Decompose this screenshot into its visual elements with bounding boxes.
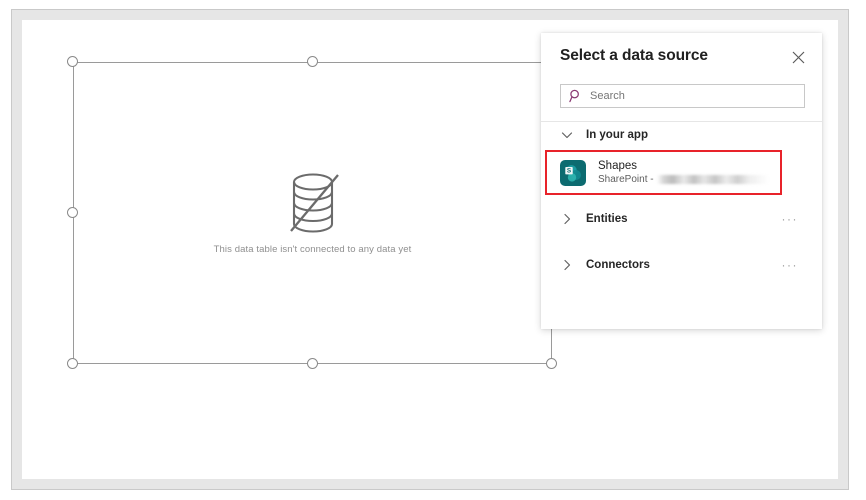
data-source-item-subtitle: SharePoint - xyxy=(598,173,654,186)
overflow-menu-entities[interactable]: ··· xyxy=(782,213,799,225)
search-input[interactable] xyxy=(590,90,790,102)
search-box[interactable] xyxy=(560,84,805,108)
resize-handle-bottom-center[interactable] xyxy=(307,358,318,369)
datatable-empty-state: This data table isn't connected to any d… xyxy=(73,62,552,364)
data-source-item-subtitle-line: SharePoint - xyxy=(598,173,769,186)
resize-handle-middle-left[interactable] xyxy=(67,207,78,218)
data-source-item-text: Shapes SharePoint - xyxy=(598,159,769,186)
search-icon xyxy=(569,89,583,103)
resize-handle-bottom-left[interactable] xyxy=(67,358,78,369)
app-window: This data table isn't connected to any d… xyxy=(0,0,866,500)
group-label-in-your-app: In your app xyxy=(586,129,648,141)
chevron-right-icon xyxy=(560,258,574,272)
data-source-item-title: Shapes xyxy=(598,159,769,173)
chevron-down-icon xyxy=(560,128,574,142)
datatable-control[interactable]: This data table isn't connected to any d… xyxy=(73,62,552,364)
svg-text:S: S xyxy=(567,167,572,174)
panel-header: Select a data source xyxy=(541,33,822,83)
group-label-connectors: Connectors xyxy=(586,259,650,271)
resize-handle-bottom-right[interactable] xyxy=(546,358,557,369)
data-source-panel: Select a data source xyxy=(541,33,822,329)
search-row xyxy=(560,84,805,108)
chevron-right-icon xyxy=(560,212,574,226)
close-icon[interactable] xyxy=(786,45,810,69)
group-label-entities: Entities xyxy=(586,213,628,225)
database-slash-icon xyxy=(282,171,344,235)
group-header-connectors[interactable]: Connectors ··· xyxy=(541,252,822,278)
resize-handle-top-left[interactable] xyxy=(67,56,78,67)
panel-body: In your app S Shapes SharePoint - xyxy=(541,122,822,329)
group-header-in-your-app[interactable]: In your app xyxy=(541,122,822,148)
data-source-item-shapes[interactable]: S Shapes SharePoint - xyxy=(549,154,778,191)
resize-handle-top-center[interactable] xyxy=(307,56,318,67)
sharepoint-icon: S xyxy=(560,160,586,186)
overflow-menu-connectors[interactable]: ··· xyxy=(782,259,799,271)
redacted-url xyxy=(657,175,769,184)
group-header-entities[interactable]: Entities ··· xyxy=(541,206,822,232)
panel-title: Select a data source xyxy=(560,47,708,65)
datatable-empty-message: This data table isn't connected to any d… xyxy=(214,244,412,255)
